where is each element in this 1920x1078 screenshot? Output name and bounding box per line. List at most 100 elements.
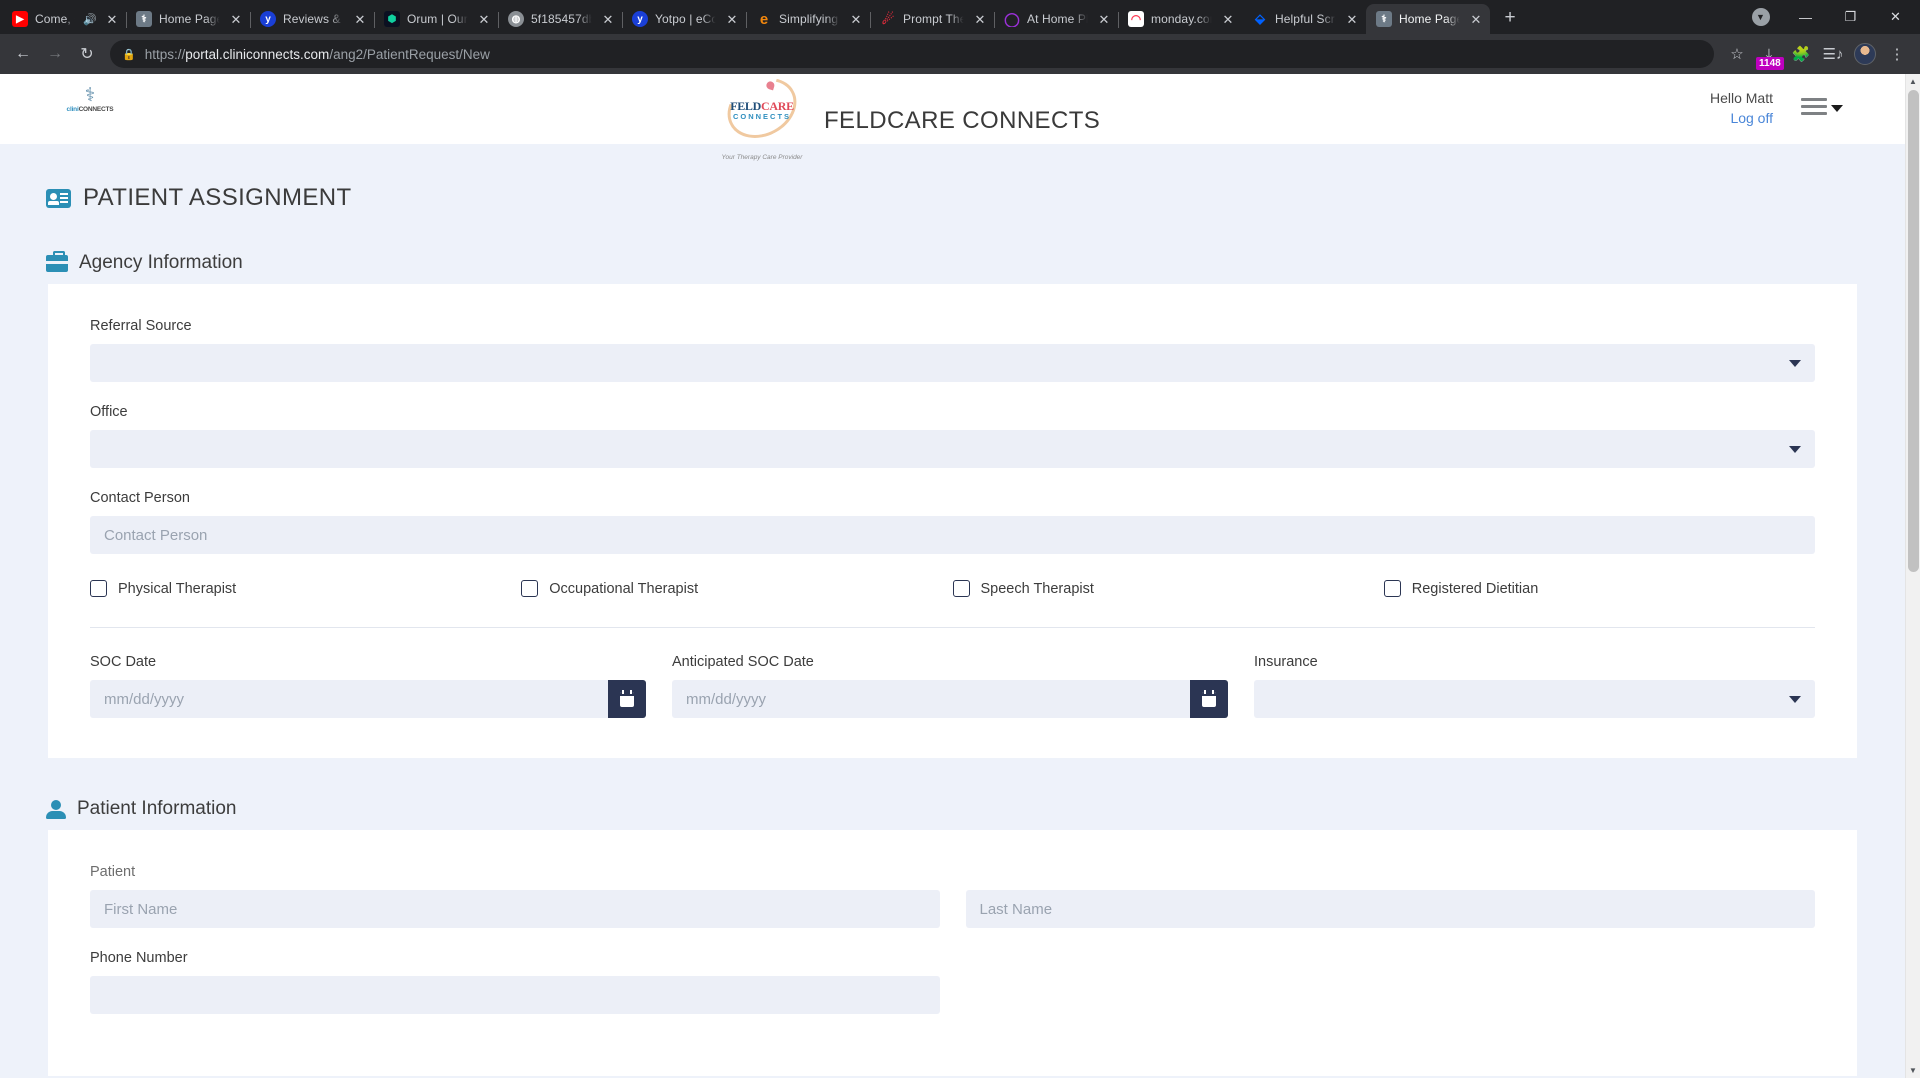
athome-icon: ◯ [1004,11,1020,27]
tab-search-chevron-down-icon[interactable]: ▼ [1738,0,1783,34]
phone-number-input[interactable] [90,976,940,1014]
address-bar[interactable]: 🔒 https://portal.cliniconnects.com/ang2/… [110,40,1714,68]
anticipated-soc-date-calendar-button[interactable] [1190,680,1228,718]
greeting-text: Hello Matt [1709,90,1773,106]
new-tab-button[interactable]: + [1496,4,1524,32]
scroll-down-arrow-icon[interactable]: ▼ [1906,1063,1920,1078]
checkbox-box[interactable] [90,580,107,597]
tab-close-icon[interactable]: ✕ [352,11,368,27]
tab-close-icon[interactable]: ✕ [1096,11,1112,27]
checkbox-registered-dietitian[interactable]: Registered Dietitian [1383,580,1815,597]
browser-tab[interactable]: ☄ Prompt Therap ✕ [870,4,994,34]
close-window-button[interactable]: ✕ [1873,0,1918,34]
checkbox-box[interactable] [1383,580,1401,597]
tab-title: Home Page - [159,12,221,26]
soc-date-calendar-button[interactable] [608,680,646,718]
checkbox-occupational-therapist[interactable]: Occupational Therapist [521,580,952,597]
tab-separator [870,12,871,28]
page-scrollbar[interactable]: ▲ ▼ [1905,74,1920,1078]
reload-button[interactable]: ↻ [72,39,102,69]
checkbox-speech-therapist[interactable]: Speech Therapist [952,580,1384,597]
tab-close-icon[interactable]: ✕ [972,11,988,27]
tab-close-icon[interactable]: ✕ [848,11,864,27]
browser-tab-active[interactable]: ⚕ Home Page - ✕ [1366,4,1490,34]
tab-close-icon[interactable]: ✕ [228,11,244,27]
checkbox-physical-therapist[interactable]: Physical Therapist [90,580,521,597]
soc-date-input[interactable] [90,680,608,718]
tab-close-icon[interactable]: ✕ [1468,11,1484,27]
checkbox-box[interactable] [952,580,970,597]
menu-toggle-button[interactable] [1801,98,1843,115]
tab-separator [250,12,251,28]
office-select[interactable] [90,430,1815,468]
back-button[interactable]: ← [8,39,38,69]
bookmark-star-icon[interactable]: ☆ [1722,39,1752,69]
browser-tab[interactable]: ⚕ Home Page - ✕ [126,4,250,34]
referral-source-select-wrap[interactable] [90,344,1815,382]
tab-close-icon[interactable]: ✕ [1344,11,1360,27]
browser-menu-icon[interactable]: ⋮ [1882,39,1912,69]
insurance-select-wrap[interactable] [1254,680,1815,718]
extensions-icon[interactable]: 🧩 [1786,39,1816,69]
tab-close-icon[interactable]: ✕ [724,11,740,27]
page-title-text: PATIENT ASSIGNMENT [83,184,352,211]
clinicconnects-logo[interactable]: ⚕ cliniCONNECTS [60,86,120,114]
profile-avatar[interactable] [1850,39,1880,69]
browser-tab[interactable]: ⬢ Orum | Our C ✕ [374,4,498,34]
checkbox-label: Registered Dietitian [1411,580,1539,597]
tab-close-icon[interactable]: ✕ [600,11,616,27]
browser-tab[interactable]: ◍ 5f185457db55 ✕ [498,4,622,34]
section-divider [90,627,1815,628]
scroll-up-arrow-icon[interactable]: ▲ [1906,74,1920,89]
first-name-input[interactable] [90,890,940,928]
checkbox-box[interactable] [521,580,539,597]
insurance-field: Insurance [1254,654,1815,718]
checkbox-label: Occupational Therapist [549,580,699,597]
tab-close-icon[interactable]: ✕ [104,11,120,27]
url-host: portal.cliniconnects.com [185,46,330,62]
insurance-select[interactable] [1254,680,1815,718]
tab-close-icon[interactable]: ✕ [476,11,492,27]
browser-tab[interactable]: y Yotpo | eComm ✕ [622,4,746,34]
tab-separator [994,12,995,28]
forward-button[interactable]: → [40,39,70,69]
last-name-input[interactable] [965,890,1815,928]
tab-title: Helpful Screen [1275,12,1337,26]
user-greeting-block: Hello Matt Log off [1710,88,1773,128]
generic-globe-icon: ◍ [508,11,524,27]
tab-title: Yotpo | eComm [655,12,717,26]
logo-line-2: CONNECTS [732,112,792,121]
contact-person-input[interactable] [90,516,1815,554]
phone-number-spacer [966,976,1816,1014]
clinicconnects-icon: ⚕ [136,11,152,27]
tab-audio-icon[interactable]: 🔊 [83,13,97,26]
referral-source-select[interactable] [90,344,1815,382]
maximize-button[interactable]: ❐ [1828,0,1873,34]
logo-line-1: FELDCARE [730,99,794,113]
tab-title: Reviews & Rat [283,12,345,26]
browser-tab[interactable]: ◯ At Home Phys ✕ [994,4,1118,34]
downloads-icon[interactable]: ⤓ 1148 [1754,39,1784,70]
tab-title: 5f185457db55 [531,12,593,26]
browser-tab[interactable]: ▶ Come, Co 🔊 ✕ [2,4,126,34]
office-label: Office [90,404,128,420]
tab-title: Orum | Our C [407,12,469,26]
minimize-button[interactable]: — [1783,0,1828,34]
browser-tab[interactable]: y Reviews & Rat ✕ [250,4,374,34]
person-icon [46,799,66,819]
clinicconnects-wordmark: cliniCONNECTS [66,106,114,113]
tab-title: Simplifying co [779,12,841,26]
tab-close-icon[interactable]: ✕ [1220,11,1236,27]
logo-tagline: Your Therapy Care Provider [721,154,803,161]
anticipated-soc-date-input[interactable] [672,680,1190,718]
browser-tab[interactable]: e Simplifying co ✕ [746,4,870,34]
tab-separator [498,12,499,28]
section-header-agency: Agency Information [0,212,1905,284]
feldcare-brand[interactable]: FELDCARE CONNECTS Your Therapy Care Prov… [716,74,1100,161]
logoff-link[interactable]: Log off [1730,108,1773,128]
media-control-icon[interactable]: ☰♪ [1818,39,1848,69]
browser-tab[interactable]: ⬙ Helpful Screen ✕ [1242,4,1366,34]
office-select-wrap[interactable] [90,430,1815,468]
scrollbar-thumb[interactable] [1908,90,1919,572]
browser-tab[interactable]: ◠ monday.com: ✕ [1118,4,1242,34]
